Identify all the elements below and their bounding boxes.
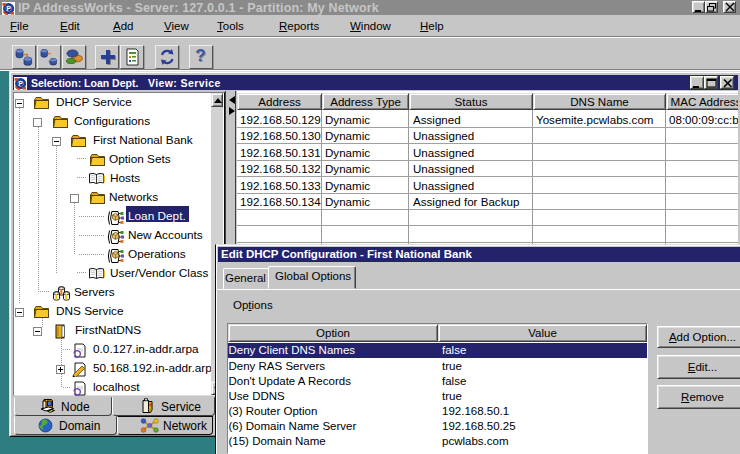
svg-text:P: P bbox=[19, 80, 24, 87]
svg-text:P: P bbox=[7, 5, 12, 12]
